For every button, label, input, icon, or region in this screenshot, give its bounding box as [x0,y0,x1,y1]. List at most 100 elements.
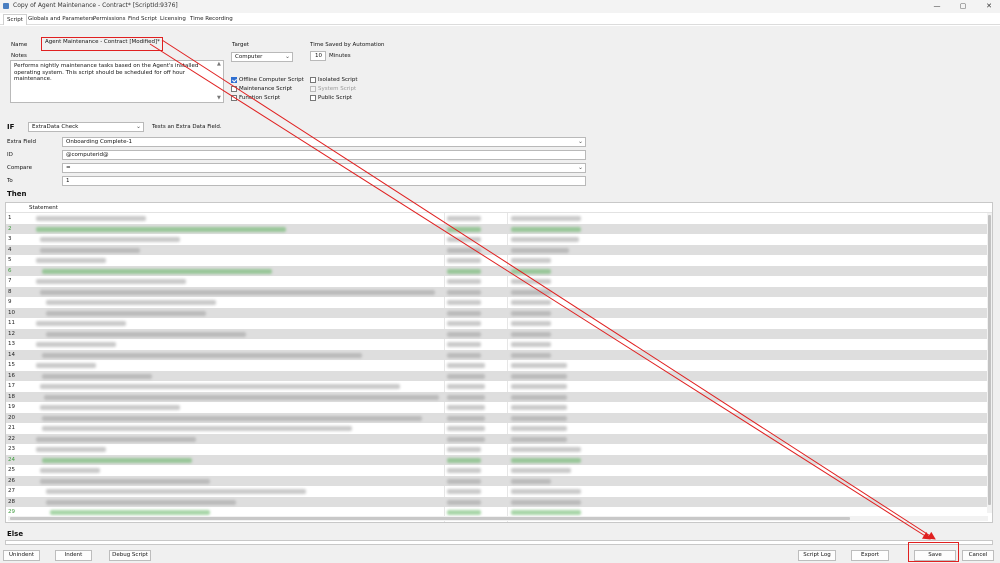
checkbox-icon [310,95,316,101]
redacted-function [447,436,485,442]
debug-script-button[interactable]: Debug Script [109,550,151,561]
table-row[interactable]: 9 [6,297,988,308]
table-row[interactable]: 21 [6,423,988,434]
row-number: 11 [8,320,15,326]
table-row[interactable]: 16 [6,370,988,381]
checkbox-checked-icon [231,77,237,83]
table-row[interactable]: 28 [6,496,988,507]
table-row[interactable]: 26 [6,475,988,486]
table-row[interactable]: 4 [6,244,988,255]
extra-field-select[interactable]: Onboarding Complete-1 ⌄ [62,137,586,147]
function-script-checkbox[interactable]: Function Script [231,95,280,101]
script-log-button[interactable]: Script Log [798,550,836,561]
close-icon[interactable]: ✕ [982,1,996,11]
table-row[interactable]: 5 [6,255,988,266]
redacted-os-type [511,331,551,337]
tab-permissions[interactable]: Permissions [93,16,126,22]
row-number: 27 [8,488,15,494]
redacted-os-type [511,342,551,347]
scroll-down-icon[interactable]: ▼ [217,95,221,101]
redacted-os-type [511,468,571,473]
cancel-button[interactable]: Cancel [962,550,994,561]
redacted-os-type [511,457,581,463]
row-number: 6 [8,267,12,274]
maintenance-script-checkbox[interactable]: Maintenance Script [231,86,292,92]
table-row[interactable]: 6 [6,265,988,276]
row-number: 3 [8,236,12,242]
public-script-checkbox[interactable]: Public Script [310,95,352,101]
scroll-up-icon[interactable]: ▲ [217,61,221,67]
redacted-function [447,468,481,473]
scrollbar-thumb[interactable] [988,215,991,505]
vertical-scrollbar[interactable] [987,213,992,513]
row-number: 17 [8,383,15,389]
redacted-function [447,457,481,463]
table-row[interactable]: 10 [6,307,988,318]
minimize-icon[interactable]: — [930,1,944,11]
target-select[interactable]: Computer ⌄ [231,52,293,62]
table-row[interactable]: 18 [6,391,988,402]
redacted-os-type [511,478,551,484]
redacted-os-type [511,394,567,400]
redacted-statement [40,237,180,242]
unindent-button[interactable]: Unindent [3,550,40,561]
table-row[interactable]: 20 [6,412,988,423]
isolated-script-checkbox[interactable]: Isolated Script [310,77,357,83]
to-input[interactable]: 1 [62,176,586,186]
if-function-select[interactable]: ExtraData Check ⌄ [28,122,144,132]
if-function-description: Tests an Extra Data Field. [152,124,222,130]
table-row[interactable]: 14 [6,349,988,360]
redacted-function [447,247,481,253]
table-row[interactable]: 1 [6,213,988,224]
table-row[interactable]: 3 [6,234,988,245]
notes-textarea[interactable]: Performs nightly maintenance tasks based… [10,60,224,103]
horizontal-scrollbar[interactable] [8,516,988,521]
table-row[interactable]: 19 [6,402,988,413]
indent-button[interactable]: Indent [55,550,92,561]
checkbox-label: System Script [318,86,357,92]
table-row[interactable]: 24 [6,454,988,465]
table-row[interactable]: 2 [6,223,988,234]
compare-select[interactable]: = ⌄ [62,163,586,173]
table-row[interactable]: 27 [6,486,988,497]
row-number: 12 [8,330,15,337]
title-bar: Copy of Agent Maintenance - Contract* [S… [0,0,1000,13]
target-label: Target [232,42,250,48]
tab-find-script[interactable]: Find Script [128,16,157,22]
table-row[interactable]: 11 [6,318,988,329]
table-row[interactable]: 15 [6,360,988,371]
maximize-icon[interactable]: ▢ [956,1,970,11]
redacted-os-type [511,300,551,305]
tab-script[interactable]: Script [3,14,27,25]
save-highlight-box [908,542,959,562]
row-number: 25 [8,467,15,473]
redacted-statement [40,478,210,484]
table-row[interactable]: 22 [6,433,988,444]
chevron-down-icon: ⌄ [284,53,290,60]
statement-column-header[interactable]: Statement [29,205,58,211]
redacted-os-type [511,363,567,368]
id-input[interactable]: @computerid@ [62,150,586,160]
table-row[interactable]: 17 [6,381,988,392]
export-button[interactable]: Export [851,550,889,561]
statement-grid[interactable]: Statement 1 2 3 4 5 6 7 8 9 10 11 12 13 14 15 16 17 18 19 2… [5,202,993,523]
tab-licensing[interactable]: Licensing [160,16,186,22]
table-row[interactable]: 8 [6,286,988,297]
redacted-function [447,489,481,494]
table-row[interactable]: 23 [6,444,988,455]
tab-time-recording[interactable]: Time Recording [190,16,233,22]
table-row[interactable]: 25 [6,465,988,476]
redacted-statement [50,510,210,515]
scrollbar-thumb[interactable] [10,517,850,520]
redacted-statement [44,394,439,400]
table-row[interactable]: 7 [6,276,988,287]
redacted-statement [36,342,116,347]
tab-globals-and-parameters[interactable]: Globals and Parameters [28,16,94,22]
time-saved-input[interactable]: 10 [310,51,326,61]
table-row[interactable]: 12 [6,328,988,339]
else-grid[interactable] [5,540,993,545]
table-row[interactable]: 13 [6,339,988,350]
redacted-os-type [511,426,567,431]
offline-computer-script-checkbox[interactable]: Offline Computer Script [231,77,304,83]
row-number: 19 [8,404,15,410]
